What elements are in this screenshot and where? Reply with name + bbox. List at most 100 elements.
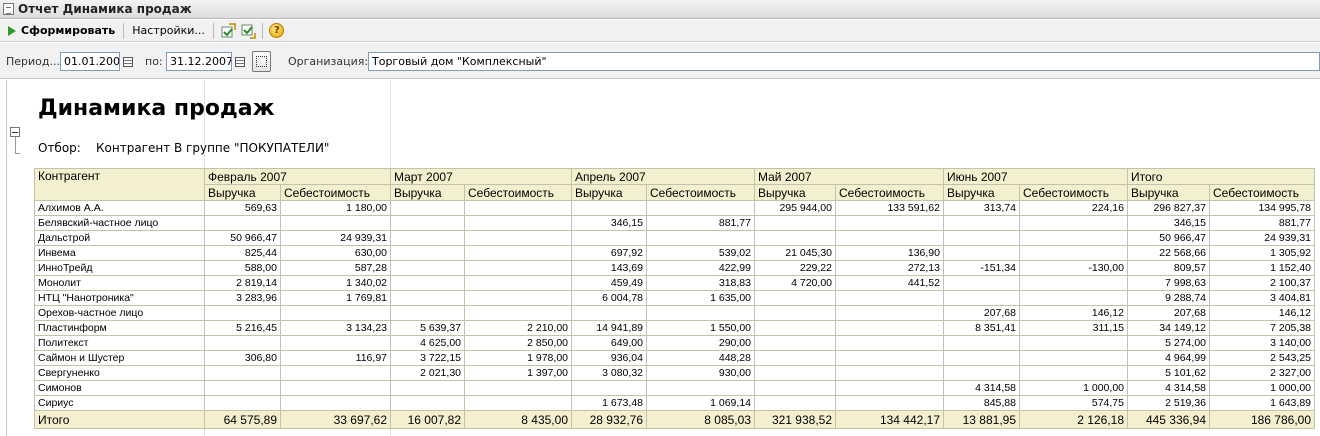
revenue-cell[interactable]: 1 673,48 — [571, 395, 647, 411]
revenue-cell[interactable] — [390, 380, 465, 396]
cost-cell[interactable] — [464, 395, 572, 411]
report-document[interactable]: Динамика продаж Отбор: Контрагент В груп… — [0, 80, 1320, 436]
revenue-cell[interactable]: 14 941,89 — [571, 320, 647, 336]
cost-cell[interactable]: 146,12 — [1019, 305, 1128, 321]
total-revenue-cell[interactable]: 28 932,76 — [571, 410, 647, 429]
cost-cell[interactable]: 1 978,00 — [464, 350, 572, 366]
total-cost-cell[interactable]: 134 442,17 — [835, 410, 944, 429]
revenue-cell[interactable] — [390, 230, 465, 246]
revenue-cell[interactable] — [390, 275, 465, 291]
cost-cell[interactable] — [464, 215, 572, 231]
total-cost-cell[interactable]: 33 697,62 — [280, 410, 391, 429]
revenue-cell[interactable]: 34 149,12 — [1127, 320, 1210, 336]
cost-cell[interactable]: 1 305,92 — [1209, 245, 1315, 261]
cost-cell[interactable] — [1019, 215, 1128, 231]
cost-cell[interactable]: 448,28 — [646, 350, 755, 366]
cost-cell[interactable]: 136,90 — [835, 245, 944, 261]
cost-cell[interactable] — [1019, 350, 1128, 366]
revenue-cell[interactable]: 295 944,00 — [754, 200, 836, 216]
cost-cell[interactable] — [280, 335, 391, 351]
revenue-cell[interactable]: 346,15 — [571, 215, 647, 231]
cost-cell[interactable]: 2 210,00 — [464, 320, 572, 336]
table-row[interactable]: Белявский-частное лицо 346,15 881,77 346,15… — [34, 215, 1315, 231]
revenue-cell[interactable]: 9 288,74 — [1127, 290, 1210, 306]
table-row[interactable]: Симонов 4 314,58 1 000,00 4 314,58 1 000,00 — [34, 380, 1315, 396]
cost-cell[interactable] — [1019, 230, 1128, 246]
total-revenue-cell[interactable]: 13 881,95 — [943, 410, 1020, 429]
revenue-cell[interactable] — [754, 350, 836, 366]
revenue-cell[interactable] — [390, 395, 465, 411]
cost-cell[interactable] — [280, 215, 391, 231]
revenue-cell[interactable]: 4 964,99 — [1127, 350, 1210, 366]
counterparty-cell[interactable]: Дальстрой — [34, 230, 205, 246]
table-row[interactable]: Свергуненко 2 021,30 1 397,00 3 080,32 930,0… — [34, 365, 1315, 381]
revenue-cell[interactable]: -151,34 — [943, 260, 1020, 276]
revenue-cell[interactable]: 4 720,00 — [754, 275, 836, 291]
revenue-cell[interactable]: 4 314,58 — [943, 380, 1020, 396]
revenue-cell[interactable]: 207,68 — [1127, 305, 1210, 321]
cost-cell[interactable]: 3 140,00 — [1209, 335, 1315, 351]
revenue-cell[interactable] — [204, 365, 281, 381]
cost-cell[interactable]: -130,00 — [1019, 260, 1128, 276]
load-settings-button[interactable] — [218, 21, 238, 41]
revenue-cell[interactable]: 5 101,62 — [1127, 365, 1210, 381]
revenue-cell[interactable] — [754, 380, 836, 396]
cost-cell[interactable] — [464, 230, 572, 246]
cost-cell[interactable]: 881,77 — [646, 215, 755, 231]
cost-cell[interactable]: 146,12 — [1209, 305, 1315, 321]
table-row[interactable]: Пластинформ 5 216,45 3 134,23 5 639,37 2 210… — [34, 320, 1315, 336]
cost-cell[interactable]: 24 939,31 — [280, 230, 391, 246]
revenue-cell[interactable] — [943, 365, 1020, 381]
revenue-cell[interactable] — [754, 335, 836, 351]
revenue-cell[interactable] — [571, 200, 647, 216]
revenue-cell[interactable] — [943, 275, 1020, 291]
table-row[interactable]: Сириус 1 673,48 1 069,14 845,88 574,75 2 519,… — [34, 395, 1315, 411]
revenue-cell[interactable] — [754, 365, 836, 381]
cost-cell[interactable]: 311,15 — [1019, 320, 1128, 336]
table-row[interactable]: Саймон и Шустер 306,80 116,97 3 722,15 1 978… — [34, 350, 1315, 366]
cost-cell[interactable]: 441,52 — [835, 275, 944, 291]
cost-cell[interactable]: 1 397,00 — [464, 365, 572, 381]
date-to-calendar-button[interactable] — [233, 52, 247, 71]
cost-cell[interactable] — [646, 305, 755, 321]
cost-cell[interactable] — [835, 230, 944, 246]
cost-cell[interactable]: 2 100,37 — [1209, 275, 1315, 291]
revenue-cell[interactable] — [943, 350, 1020, 366]
revenue-cell[interactable]: 649,00 — [571, 335, 647, 351]
revenue-cell[interactable] — [754, 320, 836, 336]
collapse-group-icon[interactable] — [10, 127, 20, 137]
revenue-cell[interactable] — [943, 335, 1020, 351]
table-row[interactable]: Инвема 825,44 630,00 697,92 539,02 21 045,30 1… — [34, 245, 1315, 261]
cost-cell[interactable] — [464, 260, 572, 276]
revenue-cell[interactable] — [943, 245, 1020, 261]
table-row[interactable]: НТЦ "Нанотроника" 3 283,96 1 769,81 6 004,7… — [34, 290, 1315, 306]
counterparty-cell[interactable]: Симонов — [34, 380, 205, 396]
revenue-cell[interactable] — [390, 245, 465, 261]
cost-cell[interactable]: 2 850,00 — [464, 335, 572, 351]
cost-cell[interactable]: 116,97 — [280, 350, 391, 366]
table-row[interactable]: Алхимов А.А. 569,63 1 180,00 295 944,00 133 … — [34, 200, 1315, 216]
cost-cell[interactable] — [280, 365, 391, 381]
cost-cell[interactable]: 1 000,00 — [1019, 380, 1128, 396]
counterparty-cell[interactable]: Белявский-частное лицо — [34, 215, 205, 231]
revenue-cell[interactable] — [390, 290, 465, 306]
revenue-cell[interactable]: 8 351,41 — [943, 320, 1020, 336]
cost-cell[interactable]: 272,13 — [835, 260, 944, 276]
revenue-cell[interactable]: 50 966,47 — [204, 230, 281, 246]
revenue-cell[interactable]: 809,57 — [1127, 260, 1210, 276]
revenue-cell[interactable]: 5 274,00 — [1127, 335, 1210, 351]
date-from-field[interactable]: 01.01.2007 — [60, 52, 120, 71]
cost-cell[interactable]: 1 069,14 — [646, 395, 755, 411]
cost-cell[interactable] — [835, 335, 944, 351]
total-cost-cell[interactable]: 8 085,03 — [646, 410, 755, 429]
revenue-cell[interactable]: 936,04 — [571, 350, 647, 366]
cost-cell[interactable]: 881,77 — [1209, 215, 1315, 231]
revenue-cell[interactable]: 2 021,30 — [390, 365, 465, 381]
cost-cell[interactable]: 422,99 — [646, 260, 755, 276]
cost-cell[interactable] — [464, 275, 572, 291]
revenue-cell[interactable]: 346,15 — [1127, 215, 1210, 231]
counterparty-cell[interactable]: НТЦ "Нанотроника" — [34, 290, 205, 306]
cost-cell[interactable] — [646, 230, 755, 246]
cost-cell[interactable] — [1019, 335, 1128, 351]
cost-cell[interactable]: 1 152,40 — [1209, 260, 1315, 276]
